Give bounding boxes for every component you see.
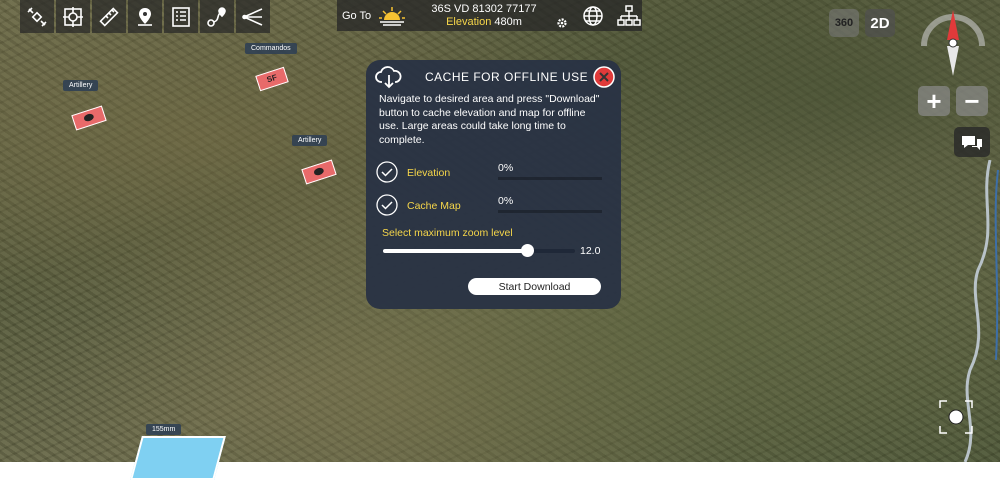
zoom-level-label: Select maximum zoom level: [382, 227, 513, 239]
zoom-in-button[interactable]: +: [918, 86, 950, 116]
zoom-level-slider[interactable]: [383, 244, 575, 258]
155mm-unit-marker[interactable]: [130, 436, 226, 480]
cache-map-row-label: Cache Map: [407, 200, 461, 212]
map-pin-button[interactable]: [128, 0, 162, 33]
target-icon: [63, 6, 83, 27]
mgrs-coordinate: 36S VD 81302 77177: [431, 2, 537, 15]
map-label-artillery-2[interactable]: Artillery: [292, 135, 328, 146]
slider-thumb[interactable]: [521, 244, 534, 257]
route-button[interactable]: [200, 0, 234, 33]
goto-bar: Go To 36S VD 81302 77177 Elevation 480m: [337, 0, 642, 31]
cache-map-check-icon[interactable]: [376, 194, 398, 216]
chat-icon: [962, 136, 982, 150]
artillery-symbol-icon: [83, 112, 95, 123]
dialog-title: CACHE FOR OFFLINE USE: [425, 70, 589, 84]
map-label-155mm[interactable]: 155mm: [146, 424, 182, 435]
map-label-commandos[interactable]: Commandos: [245, 43, 297, 54]
globe-icon[interactable]: [580, 4, 606, 28]
list-button[interactable]: [164, 0, 198, 33]
locate-icon[interactable]: [939, 400, 973, 434]
cache-offline-dialog: CACHE FOR OFFLINE USE Navigate to desire…: [366, 60, 621, 309]
map-label-artillery[interactable]: Artillery: [63, 80, 99, 91]
view-360-button[interactable]: 360: [829, 9, 859, 37]
start-download-button[interactable]: Start Download: [468, 278, 601, 295]
elevation-label: Elevation: [446, 15, 492, 28]
list-icon: [172, 6, 190, 27]
gear-icon[interactable]: [556, 17, 568, 29]
elevation-readout: Elevation 480m: [414, 16, 554, 29]
elevation-progress-text: 0%: [498, 162, 514, 174]
zoom-out-button[interactable]: −: [956, 86, 988, 116]
satellite-icon: [27, 6, 47, 27]
sight-line-button[interactable]: [236, 0, 270, 33]
view-2d-button[interactable]: 2D: [865, 9, 895, 37]
cache-map-progress-text: 0%: [498, 195, 514, 207]
zoom-level-value: 12.0: [580, 245, 601, 257]
top-toolbar: [20, 0, 270, 33]
cloud-download-icon: [375, 66, 402, 89]
slider-track-fill: [383, 249, 527, 253]
route-icon: [207, 6, 226, 27]
close-icon[interactable]: [593, 66, 615, 88]
dialog-description: Navigate to desired area and press "Down…: [379, 93, 600, 146]
compass-icon[interactable]: [912, 6, 994, 80]
artillery-symbol-icon: [313, 166, 325, 177]
map-pin-icon: [138, 7, 152, 26]
elevation-value: 480m: [494, 15, 522, 28]
elevation-progress-bar: [498, 177, 602, 180]
elevation-row-label: Elevation: [407, 167, 451, 179]
coordinates-readout[interactable]: 36S VD 81302 77177 Elevation 480m: [414, 3, 554, 29]
ruler-button[interactable]: [92, 0, 126, 33]
satellite-button[interactable]: [20, 0, 54, 33]
cache-map-progress-bar: [498, 210, 602, 213]
chat-button[interactable]: [954, 127, 990, 157]
ruler-icon: [99, 6, 119, 27]
elevation-check-icon[interactable]: [376, 161, 398, 183]
sight-line-icon: [242, 7, 263, 26]
target-button[interactable]: [56, 0, 90, 33]
sunlight-icon[interactable]: [378, 4, 406, 28]
goto-button[interactable]: Go To: [337, 10, 375, 22]
network-icon[interactable]: [616, 4, 642, 28]
